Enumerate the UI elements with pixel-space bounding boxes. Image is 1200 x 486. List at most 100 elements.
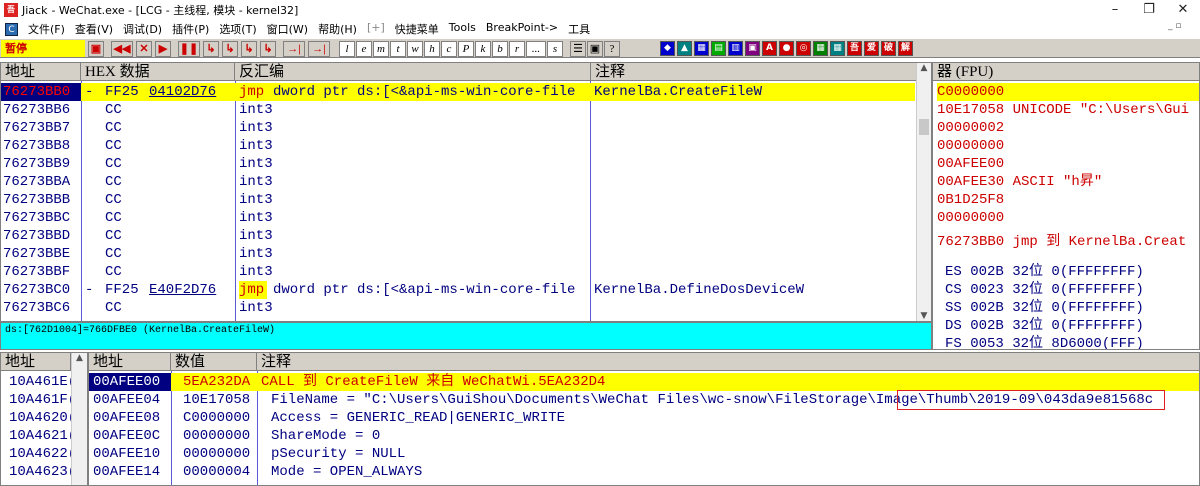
- dump-row[interactable]: 10A4623(: [9, 463, 76, 481]
- disasm-row[interactable]: 76273BB7 CC int3: [1, 119, 915, 137]
- debug-control-button[interactable]: ↳: [260, 41, 276, 57]
- plugin-button[interactable]: ▲: [677, 41, 692, 56]
- scroll-up-icon[interactable]: ▲: [917, 63, 931, 73]
- window-shortcut-button[interactable]: r: [509, 41, 525, 57]
- window-shortcut-button[interactable]: l: [339, 41, 355, 57]
- window-shortcut-button[interactable]: e: [356, 41, 372, 57]
- plugin-button[interactable]: ▤: [711, 41, 726, 56]
- disasm-row[interactable]: 76273BBB CC int3: [1, 191, 915, 209]
- plugin-button[interactable]: 解: [898, 41, 913, 56]
- debug-control-button[interactable]: ↳: [203, 41, 219, 57]
- plugin-button[interactable]: ▥: [728, 41, 743, 56]
- disasm-row[interactable]: 76273BBC CC int3: [1, 209, 915, 227]
- disasm-row[interactable]: 76273BBA CC int3: [1, 173, 915, 191]
- stack-col-value[interactable]: 数值: [171, 353, 257, 371]
- menu-item[interactable]: BreakPoint->: [486, 21, 558, 37]
- plugin-button[interactable]: ◎: [796, 41, 811, 56]
- register-line[interactable]: 00AFEE00: [937, 155, 1004, 173]
- toolbar-extra-button[interactable]: ?: [604, 41, 620, 57]
- register-line[interactable]: 76273BB0 jmp 到 KernelBa.Creat: [937, 233, 1186, 251]
- plugin-button[interactable]: ▦: [813, 41, 828, 56]
- disasm-scrollbar[interactable]: ▲ ▼: [916, 63, 931, 321]
- disasm-row[interactable]: 76273BBD CC int3: [1, 227, 915, 245]
- window-shortcut-button[interactable]: P: [458, 41, 474, 57]
- toolbar-extra-button[interactable]: ☰: [570, 41, 586, 57]
- col-disasm[interactable]: 反汇编: [235, 63, 591, 81]
- register-line[interactable]: FS 0053 32位 8D6000(FFF): [945, 335, 1144, 349]
- plugin-button[interactable]: ▣: [745, 41, 760, 56]
- window-shortcut-button[interactable]: h: [424, 41, 440, 57]
- plugin-button[interactable]: 爱: [864, 41, 879, 56]
- register-line[interactable]: SS 002B 32位 0(FFFFFFFF): [945, 299, 1144, 317]
- plugin-button[interactable]: 吾: [847, 41, 862, 56]
- child-window-icon[interactable]: C: [5, 22, 18, 36]
- window-shortcut-button[interactable]: w: [407, 41, 423, 57]
- window-shortcut-button[interactable]: t: [390, 41, 406, 57]
- dump-row[interactable]: 10A461F(: [9, 391, 76, 409]
- dump-row[interactable]: 10A4622(: [9, 445, 76, 463]
- debug-control-button[interactable]: ↳: [222, 41, 238, 57]
- menu-item[interactable]: 窗口(W): [267, 21, 308, 37]
- close-button[interactable]: ✕: [1166, 0, 1200, 20]
- stack-row[interactable]: 00AFEE00 5EA232DA CALL 到 CreateFileW 来自 We…: [89, 373, 1199, 391]
- debug-control-button[interactable]: ▣: [88, 41, 104, 57]
- dump-row[interactable]: 10A461E(: [9, 373, 76, 391]
- window-shortcut-button[interactable]: s: [547, 41, 563, 57]
- menu-item[interactable]: [+]: [367, 21, 385, 37]
- menu-item[interactable]: 快捷菜单: [395, 21, 439, 37]
- scroll-up-icon[interactable]: ▲: [72, 353, 87, 363]
- menu-item[interactable]: 工具: [568, 21, 590, 37]
- register-line[interactable]: CS 0023 32位 0(FFFFFFFF): [945, 281, 1144, 299]
- register-line[interactable]: C0000000: [937, 83, 1199, 101]
- restore-button[interactable]: ❐: [1132, 0, 1166, 20]
- plugin-button[interactable]: ◆: [660, 41, 675, 56]
- debug-control-button[interactable]: →|: [283, 41, 305, 57]
- register-line[interactable]: DS 002B 32位 0(FFFFFFFF): [945, 317, 1144, 335]
- stack-row[interactable]: 00AFEE08 C0000000 Access = GENERIC_READ|GE…: [89, 409, 1199, 427]
- debug-control-button[interactable]: ↳: [241, 41, 257, 57]
- window-shortcut-button[interactable]: k: [475, 41, 491, 57]
- disasm-row[interactable]: 76273BBE CC int3: [1, 245, 915, 263]
- stack-row[interactable]: 00AFEE10 00000000 pSecurity = NULL: [89, 445, 1199, 463]
- plugin-button[interactable]: 破: [881, 41, 896, 56]
- menu-item[interactable]: 帮助(H): [318, 21, 357, 37]
- register-line[interactable]: 00000000: [937, 209, 1004, 227]
- plugin-button[interactable]: ▦: [694, 41, 709, 56]
- debug-control-button[interactable]: ▶: [155, 41, 171, 57]
- plugin-button[interactable]: A: [762, 41, 777, 56]
- stack-row[interactable]: 00AFEE0C 00000000 ShareMode = 0: [89, 427, 1199, 445]
- plugin-button[interactable]: ▦: [830, 41, 845, 56]
- register-line[interactable]: 00AFEE30 ASCII "h昇": [937, 173, 1102, 191]
- window-shortcut-button[interactable]: ...: [526, 41, 546, 57]
- col-comment[interactable]: 注释: [591, 63, 917, 81]
- debug-control-button[interactable]: ❚❚: [178, 41, 200, 57]
- menu-item[interactable]: 查看(V): [75, 21, 113, 37]
- register-line[interactable]: 00000000: [937, 137, 1004, 155]
- menu-item[interactable]: 插件(P): [172, 21, 209, 37]
- stack-col-comment[interactable]: 注释: [257, 353, 1199, 371]
- menu-item[interactable]: 文件(F): [28, 21, 65, 37]
- menu-item[interactable]: 选项(T): [219, 21, 256, 37]
- debug-control-button[interactable]: ✕: [136, 41, 152, 57]
- window-shortcut-button[interactable]: m: [373, 41, 389, 57]
- register-line[interactable]: 0B1D25F8: [937, 191, 1004, 209]
- disasm-row[interactable]: 76273BBF CC int3: [1, 263, 915, 281]
- stack-row[interactable]: 00AFEE14 00000004 Mode = OPEN_ALWAYS: [89, 463, 1199, 481]
- register-line[interactable]: ES 002B 32位 0(FFFFFFFF): [945, 263, 1144, 281]
- mdi-controls[interactable]: _ ▫: [1168, 21, 1181, 31]
- window-shortcut-button[interactable]: c: [441, 41, 457, 57]
- dump-row[interactable]: 10A4621(: [9, 427, 76, 445]
- debug-control-button[interactable]: →|: [308, 41, 330, 57]
- scroll-down-icon[interactable]: ▼: [917, 311, 931, 321]
- plugin-button[interactable]: ●: [779, 41, 794, 56]
- debug-control-button[interactable]: ◀◀: [111, 41, 133, 57]
- menu-item[interactable]: 调试(D): [123, 21, 162, 37]
- menu-item[interactable]: Tools: [449, 21, 476, 37]
- col-hex[interactable]: HEX 数据: [81, 63, 235, 81]
- minimize-button[interactable]: –: [1098, 0, 1132, 20]
- col-address[interactable]: 地址: [1, 63, 81, 81]
- stack-col-address[interactable]: 地址: [89, 353, 171, 371]
- disasm-row[interactable]: 76273BC0- FF25 E40F2D76 jmp dword ptr ds:[<&…: [1, 281, 915, 299]
- dump-row[interactable]: 10A4620(: [9, 409, 76, 427]
- disasm-row[interactable]: 76273BC6 CC int3: [1, 299, 915, 317]
